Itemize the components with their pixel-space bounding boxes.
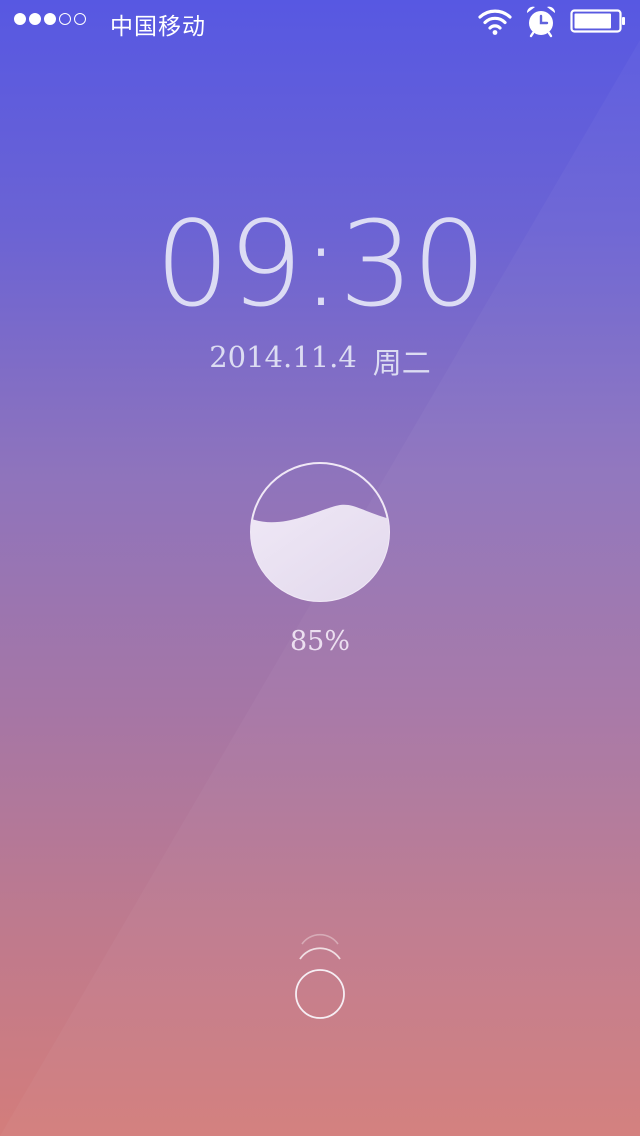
unlock-circle-icon (295, 933, 345, 1019)
alarm-icon (524, 4, 558, 43)
battery-icon (570, 8, 626, 39)
unlock-button[interactable] (290, 928, 350, 1028)
weekday-text: 周二 (372, 346, 431, 380)
clock-date: 2014.11.4 周二 (0, 340, 640, 382)
signal-dot (74, 13, 86, 25)
date-text: 2014.11.4 (209, 340, 357, 374)
battery-level-widget (248, 460, 392, 604)
wifi-icon (478, 6, 512, 41)
signal-dot (59, 13, 71, 25)
signal-dot (44, 13, 56, 25)
signal-strength-indicator (14, 13, 86, 25)
clock-time: 09:30 (154, 195, 487, 333)
signal-dot (14, 13, 26, 25)
signal-dot (29, 13, 41, 25)
status-bar: 中国移动 (0, 0, 640, 40)
carrier-name: 中国移动 (110, 14, 206, 40)
battery-percent: 85% (289, 626, 350, 657)
battery-liquid-fill (251, 504, 389, 601)
